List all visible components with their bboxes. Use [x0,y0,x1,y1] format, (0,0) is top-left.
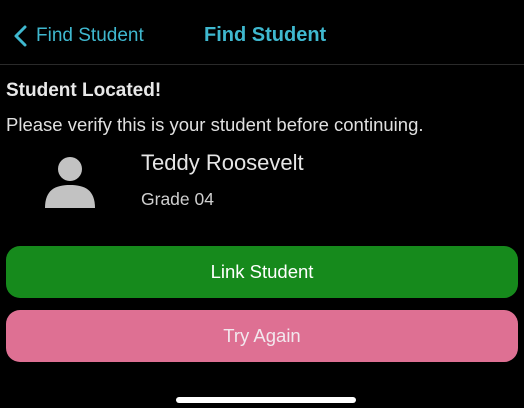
link-student-button[interactable]: Link Student [6,246,518,298]
navigation-bar: Find Student Find Student [0,0,524,64]
page-title: Find Student [204,24,327,46]
navbar-divider [0,64,524,65]
chevron-left-icon [14,25,27,47]
status-heading: Student Located! [6,80,162,101]
person-icon [45,157,95,208]
try-again-button[interactable]: Try Again [6,310,518,362]
back-button[interactable]: Find Student [12,20,144,52]
student-name: Teddy Roosevelt [141,150,304,175]
find-student-screen: Find Student Find Student Student Locate… [0,0,524,408]
student-grade: Grade 04 [141,189,214,209]
back-button-label: Find Student [36,25,144,46]
home-indicator[interactable] [176,397,356,403]
student-card: Teddy Roosevelt Grade 04 [0,146,524,216]
verification-message: Please verify this is your student befor… [6,114,424,135]
